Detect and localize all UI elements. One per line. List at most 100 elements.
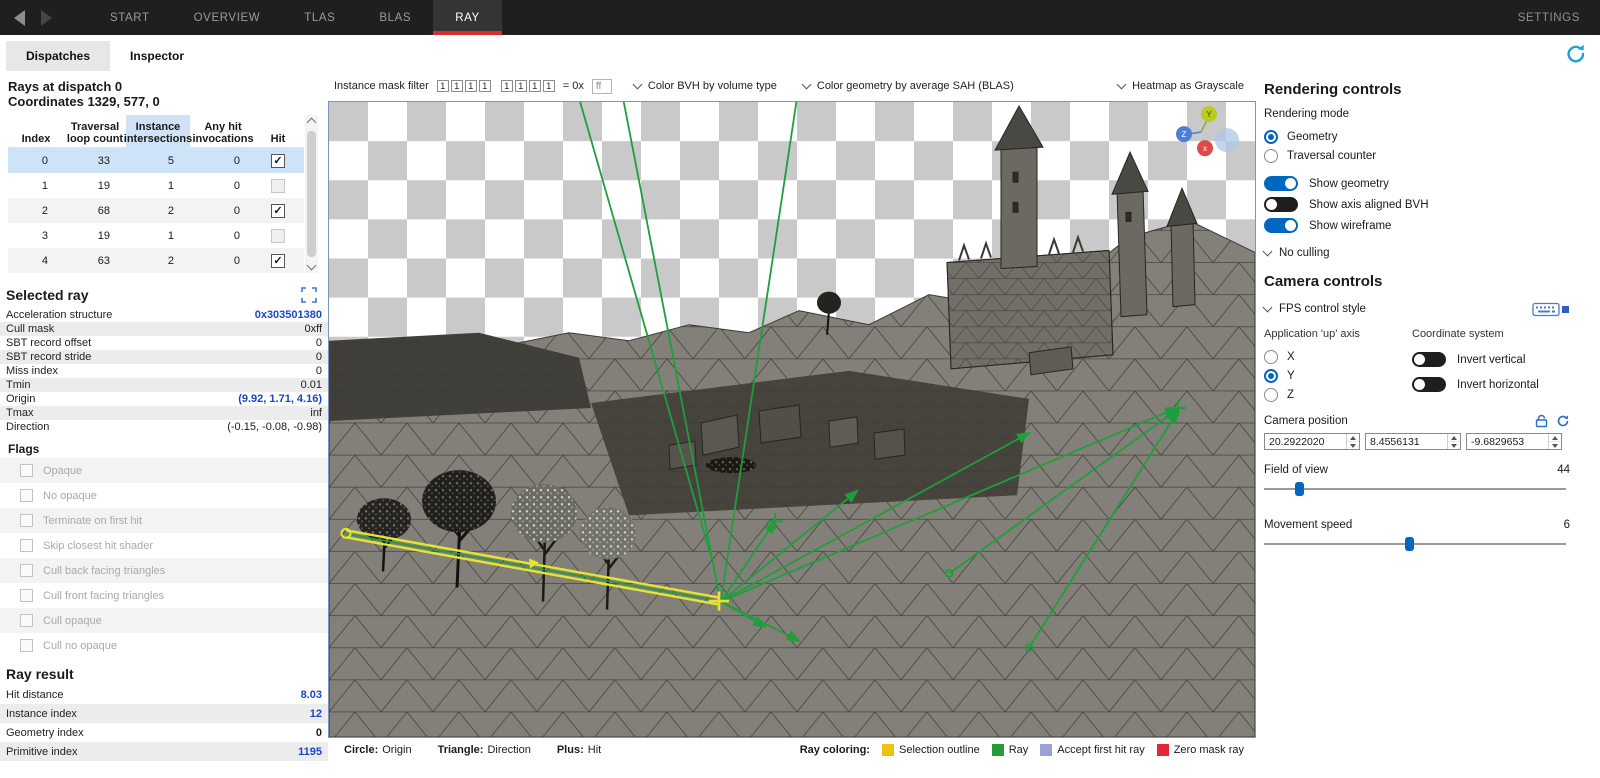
keyboard-icon[interactable] (1532, 300, 1570, 318)
table-row[interactable]: 26820✓ (8, 198, 304, 223)
viewport-scene[interactable]: Y Z x (329, 102, 1255, 737)
column-header-4[interactable]: Hit (256, 115, 300, 147)
mask-bit-6[interactable]: 1 (529, 80, 541, 92)
fov-slider[interactable] (1264, 481, 1570, 497)
mask-bits: 11111111 (437, 80, 555, 92)
refresh-icon[interactable] (1564, 42, 1588, 66)
camera-position-input-1[interactable]: 8.4556131 (1365, 433, 1461, 450)
mask-bit-0[interactable]: 1 (437, 80, 449, 92)
flag-checkbox[interactable] (20, 564, 33, 577)
table-scrollbar[interactable] (305, 115, 318, 273)
pixel-selection-icon[interactable] (300, 286, 318, 304)
column-header-2[interactable]: Instance intersections (126, 115, 190, 147)
spinner-down-icon[interactable] (1549, 442, 1561, 449)
toggle-show-wireframe[interactable]: Show wireframe (1264, 215, 1570, 236)
camera-position-input-0[interactable]: 20.2922020 (1264, 433, 1360, 450)
spinner[interactable] (1548, 434, 1561, 449)
hit-checkbox[interactable]: ✓ (271, 254, 285, 268)
movement-speed-slider[interactable] (1264, 536, 1570, 552)
toggle-label: Show wireframe (1309, 220, 1391, 232)
reset-position-icon[interactable] (1556, 414, 1570, 428)
subtab-dispatches[interactable]: Dispatches (6, 41, 110, 71)
flag-checkbox[interactable] (20, 539, 33, 552)
flag-checkbox[interactable] (20, 489, 33, 502)
spinner-down-icon[interactable] (1448, 442, 1460, 449)
table-row[interactable]: 31910 (8, 223, 304, 248)
radio-geometry[interactable]: Geometry (1264, 127, 1570, 146)
back-arrow-icon[interactable] (14, 10, 25, 26)
spinner-down-icon[interactable] (1347, 442, 1359, 449)
dropdown-color-bvh-by-volume-type[interactable]: Color BVH by volume type (634, 80, 777, 92)
flag-checkbox[interactable] (20, 514, 33, 527)
column-header-1[interactable]: Traversal loop count (64, 115, 126, 147)
toggle-invert-horizontal[interactable]: Invert horizontal (1412, 372, 1570, 397)
top-navigation-bar: STARTOVERVIEWTLASBLASRAY SETTINGS (0, 0, 1600, 35)
main-tab-overview[interactable]: OVERVIEW (172, 0, 283, 35)
toggle-show-geometry[interactable]: Show geometry (1264, 173, 1570, 194)
subtab-inspector[interactable]: Inspector (110, 41, 204, 71)
table-row[interactable]: 46320✓ (8, 248, 304, 273)
hit-checkbox[interactable]: ✓ (271, 204, 285, 218)
lock-icon[interactable] (1535, 414, 1548, 428)
camera-position-input-2[interactable]: -9.6829653 (1466, 433, 1562, 450)
main-tab-start[interactable]: START (88, 0, 172, 35)
viewport[interactable]: Y Z x (328, 101, 1256, 738)
flag-checkbox[interactable] (20, 639, 33, 652)
radio-label: X (1287, 351, 1295, 363)
radio-z[interactable]: Z (1264, 385, 1412, 404)
scrollbar-thumb[interactable] (307, 131, 316, 257)
svg-text:Y: Y (1206, 110, 1212, 119)
spinner-up-icon[interactable] (1347, 434, 1359, 442)
mask-bit-5[interactable]: 1 (515, 80, 527, 92)
hit-checkbox[interactable]: ✓ (271, 154, 285, 168)
fov-slider-handle[interactable] (1295, 482, 1304, 496)
mask-bit-2[interactable]: 1 (465, 80, 477, 92)
radio-icon (1264, 388, 1278, 402)
dropdown-heatmap-as-grayscale[interactable]: Heatmap as Grayscale (1118, 80, 1244, 92)
settings-button[interactable]: SETTINGS (1518, 0, 1600, 35)
mask-bit-4[interactable]: 1 (501, 80, 513, 92)
radio-y[interactable]: Y (1264, 366, 1412, 385)
cell-hit: ✓ (256, 204, 300, 218)
legend-value: Origin (382, 744, 411, 756)
mask-bit-7[interactable]: 1 (543, 80, 555, 92)
control-style-dropdown[interactable]: FPS control style (1264, 300, 1570, 318)
main-tab-blas[interactable]: BLAS (357, 0, 433, 35)
ray-table-head: IndexTraversal loop countInstance inters… (8, 115, 304, 148)
culling-dropdown[interactable]: No culling (1264, 247, 1570, 259)
dropdown-color-geometry-by-average-sah-blas[interactable]: Color geometry by average SAH (BLAS) (803, 80, 1014, 92)
forward-arrow-icon[interactable] (41, 10, 52, 26)
toggle-invert-vertical[interactable]: Invert vertical (1412, 347, 1570, 372)
hit-checkbox[interactable] (271, 179, 285, 193)
flag-checkbox[interactable] (20, 614, 33, 627)
legend-plus: Plus:Hit (557, 744, 601, 756)
table-row[interactable]: 03350✓ (8, 148, 304, 173)
radio-x[interactable]: X (1264, 347, 1412, 366)
scroll-down-icon[interactable] (307, 261, 317, 271)
mask-bit-3[interactable]: 1 (479, 80, 491, 92)
mask-bit-1[interactable]: 1 (451, 80, 463, 92)
scroll-up-icon[interactable] (307, 118, 317, 128)
flag-label: Cull back facing triangles (43, 565, 165, 577)
spinner[interactable] (1346, 434, 1359, 449)
flag-checkbox[interactable] (20, 464, 33, 477)
toggle-show-axis-aligned-bvh[interactable]: Show axis aligned BVH (1264, 194, 1570, 215)
speed-slider-handle[interactable] (1405, 537, 1414, 551)
mask-hex-input[interactable]: ff (592, 79, 612, 94)
table-row[interactable]: 11910 (8, 173, 304, 198)
legend-color-ray: Ray (992, 744, 1029, 756)
flag-label: Terminate on first hit (43, 515, 142, 527)
column-header-0[interactable]: Index (8, 115, 64, 147)
spinner-up-icon[interactable] (1549, 434, 1561, 442)
flag-checkbox[interactable] (20, 589, 33, 602)
flag-opaque: Opaque (0, 458, 328, 483)
rays-dispatch-title: Rays at dispatch 0 (0, 79, 328, 94)
column-header-3[interactable]: Any hit invocations (190, 115, 256, 147)
field-value: 0xff (304, 323, 322, 335)
spinner-up-icon[interactable] (1448, 434, 1460, 442)
hit-checkbox[interactable] (271, 229, 285, 243)
main-tab-ray[interactable]: RAY (433, 0, 502, 35)
radio-traversal-counter[interactable]: Traversal counter (1264, 146, 1570, 165)
main-tab-tlas[interactable]: TLAS (282, 0, 357, 35)
spinner[interactable] (1447, 434, 1460, 449)
